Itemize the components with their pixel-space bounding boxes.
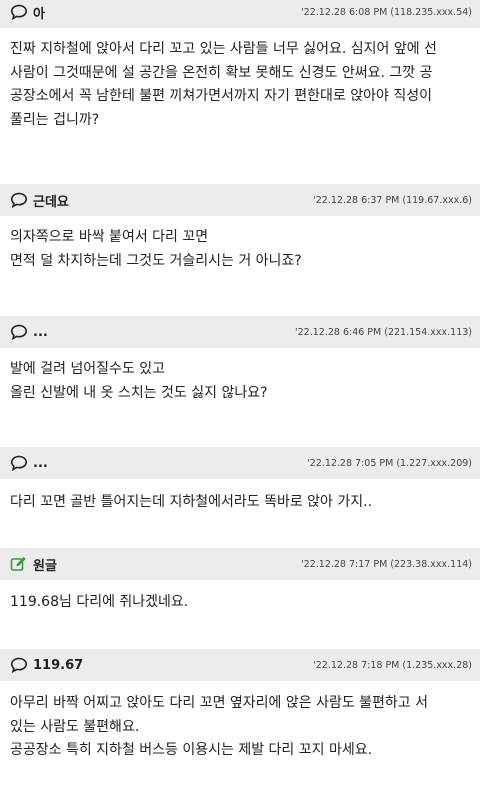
comment-author[interactable]: 근데요 — [10, 191, 69, 210]
comment-meta: '22.12.28 6:08 PM (118.235.xxx.54) — [301, 6, 472, 18]
speech-bubble-icon — [10, 657, 28, 673]
comment-line: 올린 신발에 내 옷 스치는 것도 싫지 않나요? — [10, 384, 268, 401]
comment: 근데요 '22.12.28 6:37 PM (119.67.xxx.6) 의자쪽… — [0, 184, 480, 273]
speech-bubble-icon — [10, 455, 28, 471]
comment-meta: '22.12.28 6:46 PM (221.154.xxx.113) — [295, 326, 472, 338]
comment-header: 원글 '22.12.28 7:17 PM (223.38.xxx.114) — [0, 548, 480, 580]
comment-author-name: 근데요 — [33, 194, 69, 210]
comment-header: ... '22.12.28 7:05 PM (1.227.xxx.209) — [0, 447, 480, 479]
comment-author[interactable]: 원글 — [10, 555, 57, 574]
speech-bubble-icon — [10, 4, 28, 20]
edit-icon — [10, 556, 28, 572]
comment-line: 발에 걸려 넘어질수도 있고 — [10, 361, 166, 377]
comment-meta: '22.12.28 7:18 PM (1.235.xxx.28) — [313, 659, 472, 671]
comment-meta: '22.12.28 6:37 PM (119.67.xxx.6) — [313, 194, 472, 206]
comment-author-name: ... — [33, 455, 48, 471]
comment-header: 아 '22.12.28 6:08 PM (118.235.xxx.54) — [0, 0, 480, 28]
comment: 119.67 '22.12.28 7:18 PM (1.235.xxx.28) … — [0, 649, 480, 763]
comment-author-name: 119.67 — [33, 657, 84, 673]
comment: ... '22.12.28 7:05 PM (1.227.xxx.209) 다리… — [0, 447, 480, 515]
comment-body: 아무리 바짝 어찌고 앉아도 다리 꼬면 옆자리에 앉은 사람도 불편하고 서 … — [0, 681, 480, 763]
comment-line: 풀리는 겁니까? — [10, 111, 100, 128]
comment-author[interactable]: 아 — [10, 3, 45, 22]
comment-author[interactable]: ... — [10, 455, 48, 471]
comment-line: 진짜 지하철에 앉아서 다리 꼬고 있는 사람들 너무 싫어요. 심지어 앞에 … — [10, 41, 437, 57]
comment-line: 공공장소 특히 지하철 버스등 이용시는 제발 다리 꼬지 마세요. — [10, 742, 373, 758]
comment-author-name: 원글 — [33, 558, 57, 574]
comment-meta: '22.12.28 7:05 PM (1.227.xxx.209) — [307, 457, 472, 469]
comment-author-name: 아 — [33, 6, 45, 22]
comment-line: 아무리 바짝 어찌고 앉아도 다리 꼬면 옆자리에 앉은 사람도 불편하고 서 — [10, 695, 429, 711]
comment-header: 근데요 '22.12.28 6:37 PM (119.67.xxx.6) — [0, 184, 480, 216]
comment-author[interactable]: 119.67 — [10, 657, 83, 673]
comment-line: 공장소에서 꼭 남한테 불편 끼쳐가면서까지 자기 편한대로 앉아야 직성이 — [10, 88, 432, 104]
comment-body: 발에 걸려 넘어질수도 있고 올린 신발에 내 옷 스치는 것도 싫지 않나요? — [0, 348, 480, 405]
comment-line: 다리 꼬면 골반 틀어지는데 지하철에서라도 똑바로 앉아 가지.. — [10, 494, 373, 510]
comment-body: 119.68님 다리에 쥐나겠네요. — [0, 580, 480, 615]
comment: 원글 '22.12.28 7:17 PM (223.38.xxx.114) 11… — [0, 548, 480, 615]
comment-header: 119.67 '22.12.28 7:18 PM (1.235.xxx.28) — [0, 649, 480, 681]
comment-line: 면적 덜 차지하는데 그것도 거슬리시는 거 아니죠? — [10, 252, 302, 269]
comment-body: 의자쪽으로 바싹 붙여서 다리 꼬면 면적 덜 차지하는데 그것도 거슬리시는 … — [0, 216, 480, 273]
comment: ... '22.12.28 6:46 PM (221.154.xxx.113) … — [0, 316, 480, 405]
speech-bubble-icon — [10, 324, 28, 340]
speech-bubble-icon — [10, 192, 28, 208]
comment-body: 진짜 지하철에 앉아서 다리 꼬고 있는 사람들 너무 싫어요. 심지어 앞에 … — [0, 28, 480, 132]
comment-author[interactable]: ... — [10, 324, 48, 340]
comment-line: 있는 사람도 불편해요. — [10, 718, 140, 735]
comment-line: 의자쪽으로 바싹 붙여서 다리 꼬면 — [10, 229, 209, 245]
comment-header: ... '22.12.28 6:46 PM (221.154.xxx.113) — [0, 316, 480, 348]
comment-author-name: ... — [33, 324, 48, 340]
comment-meta: '22.12.28 7:17 PM (223.38.xxx.114) — [301, 558, 472, 570]
comment-line: 119.68님 다리에 쥐나겠네요. — [10, 594, 189, 610]
comment: 아 '22.12.28 6:08 PM (118.235.xxx.54) 진짜 … — [0, 0, 480, 132]
comment-body: 다리 꼬면 골반 틀어지는데 지하철에서라도 똑바로 앉아 가지.. — [0, 479, 480, 515]
comment-line: 사람이 그것때문에 설 공간을 온전히 확보 못해도 신경도 안써요. 그깟 공 — [10, 64, 433, 81]
